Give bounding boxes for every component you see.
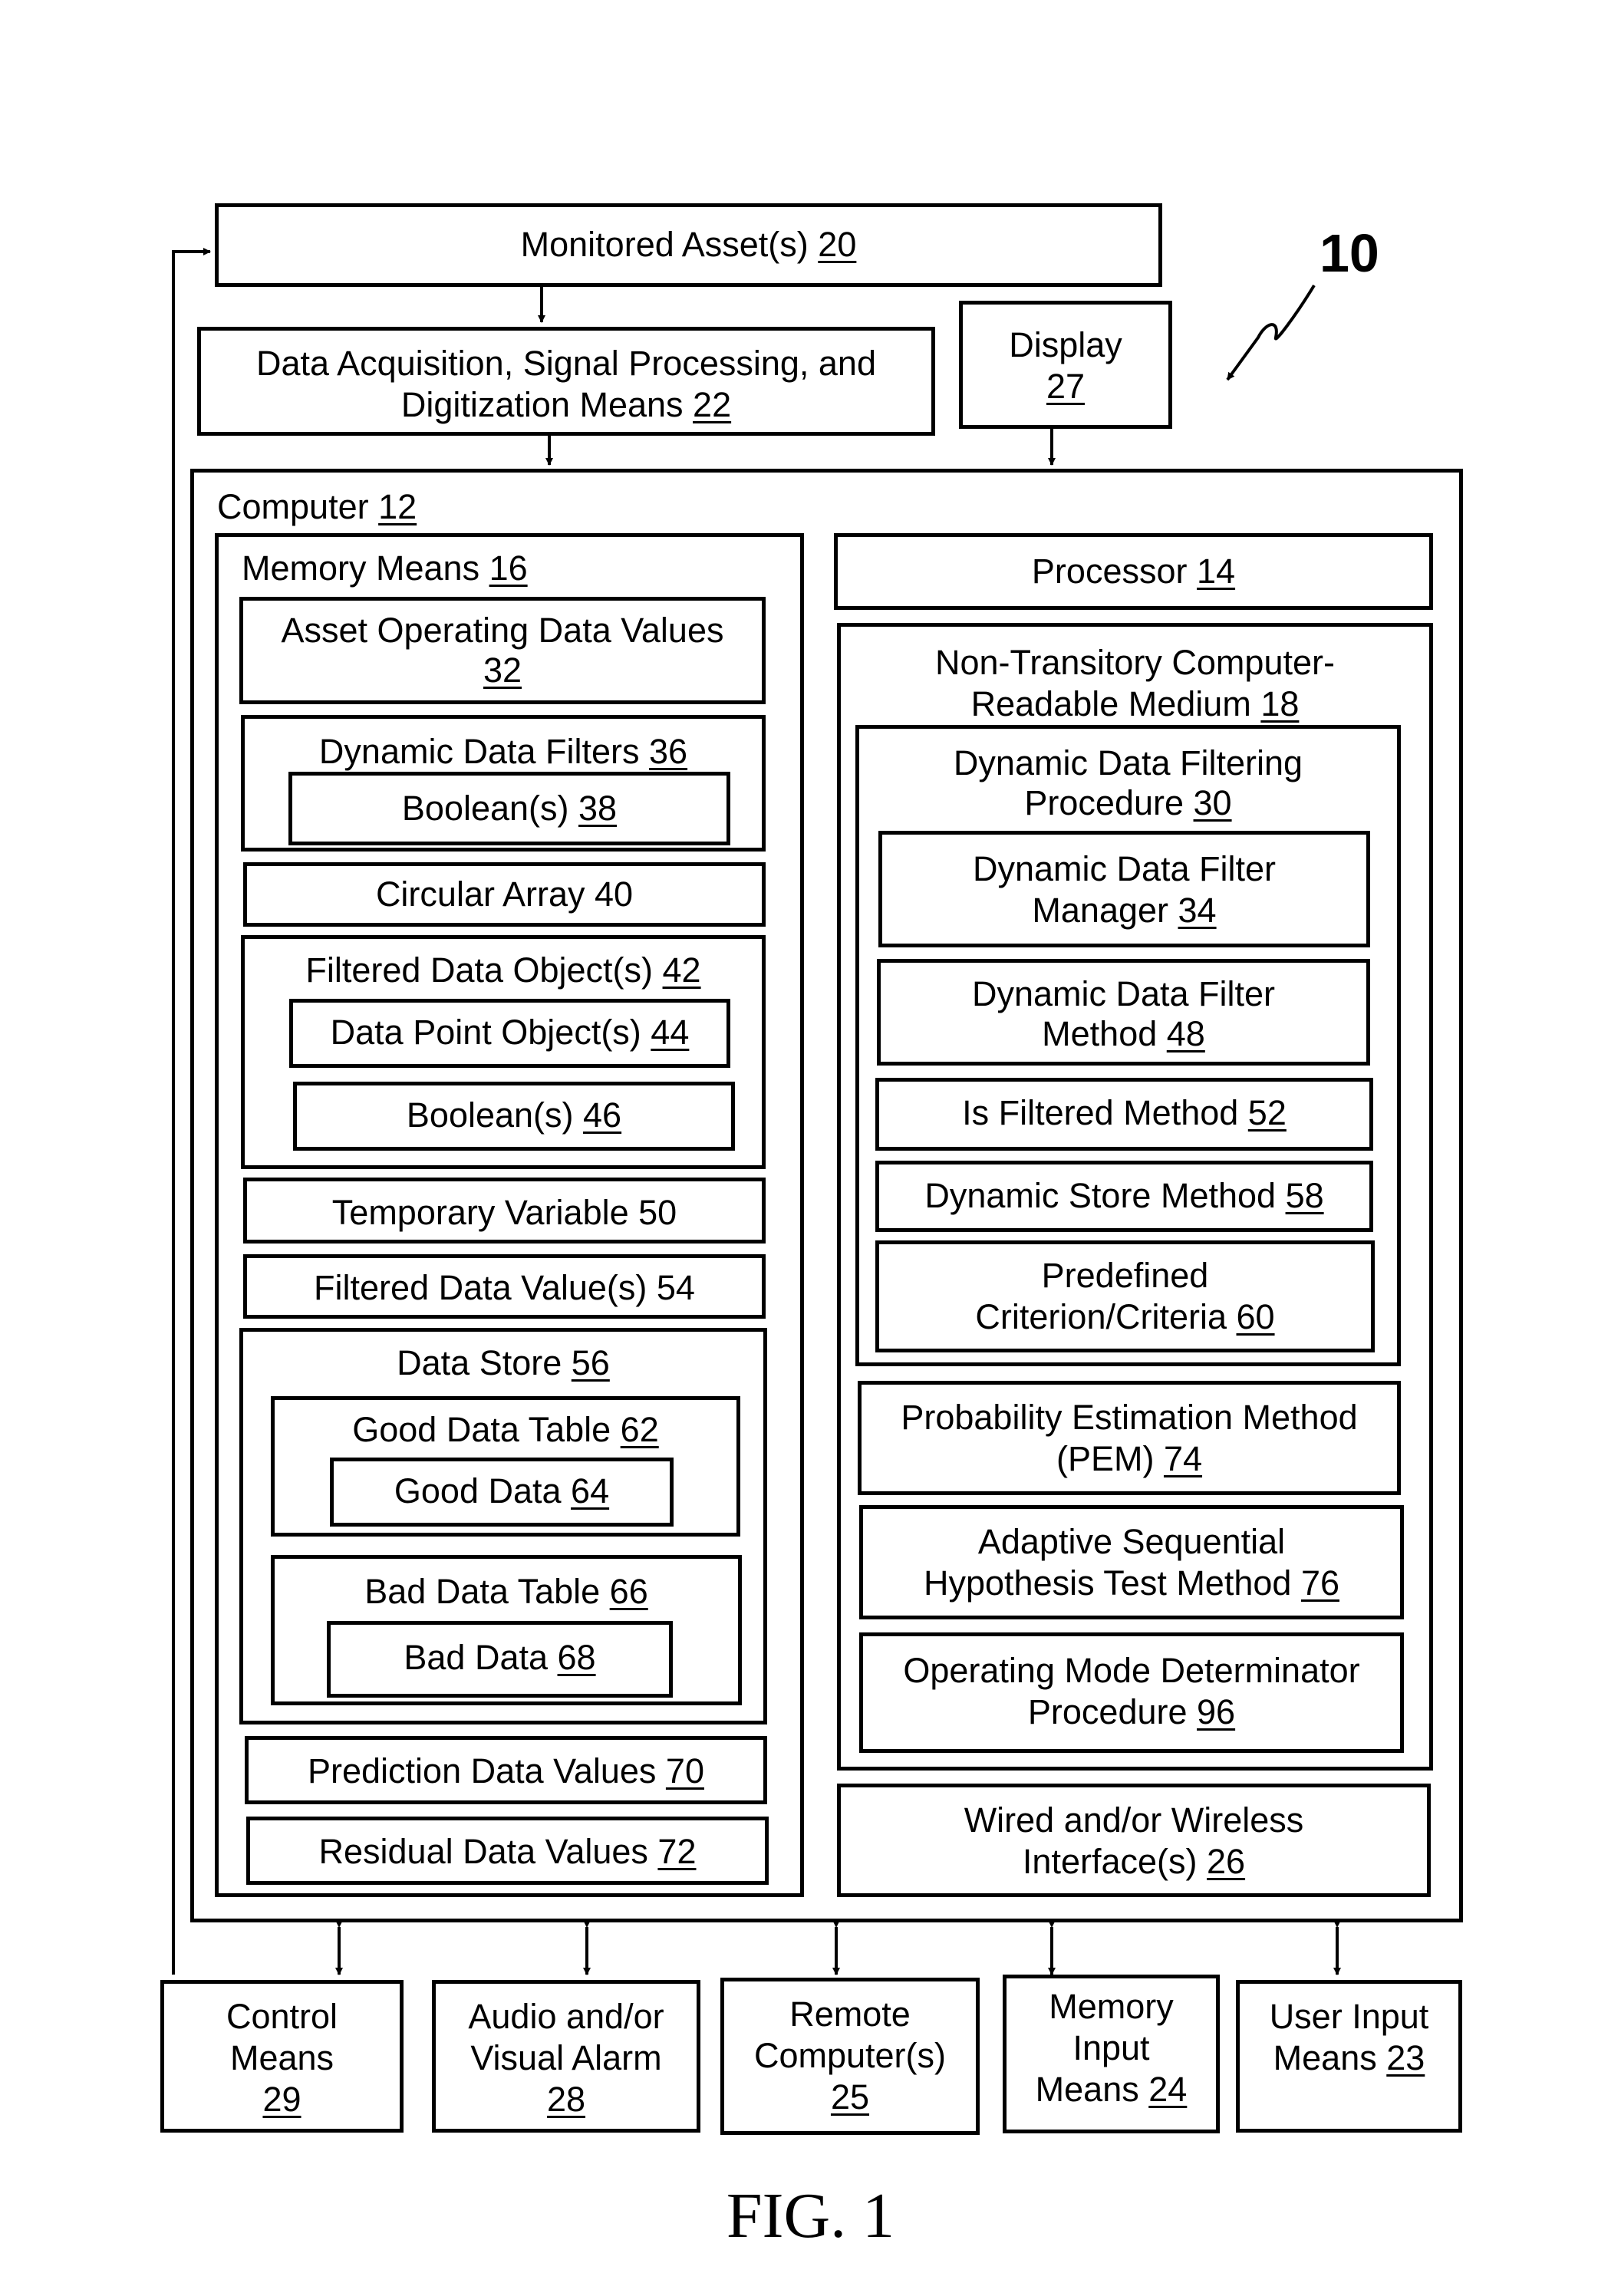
filtered-data-values-box: Filtered Data Value(s) 54	[243, 1254, 766, 1319]
ref-number: 72	[657, 1832, 697, 1871]
ref-number: 14	[1197, 552, 1236, 591]
circular-array-box: Circular Array 40	[243, 862, 766, 927]
monitored-asset-box: Monitored Asset(s) 20	[215, 203, 1162, 287]
ref-number: 28	[546, 2080, 586, 2119]
ref-number: 25	[830, 2077, 870, 2116]
temporary-variable-box: Temporary Variable 50	[243, 1178, 766, 1244]
ref-number: 46	[583, 1095, 622, 1135]
ref-number: 58	[1285, 1176, 1324, 1215]
good-data-box: Good Data 64	[330, 1458, 674, 1527]
ref-number: 52	[1247, 1093, 1287, 1132]
ref-number: 20	[818, 225, 857, 264]
ref-number: 62	[620, 1410, 659, 1449]
pem-box: Probability Estimation Method (PEM) 74	[858, 1381, 1401, 1495]
ref-number: 30	[1193, 783, 1232, 822]
system-reference-number: 10	[1320, 223, 1379, 283]
is-filtered-method-box: Is Filtered Method 52	[875, 1078, 1373, 1151]
ref-number: 70	[665, 1751, 704, 1790]
ref-number: 56	[571, 1343, 610, 1382]
ref-number: 66	[609, 1572, 648, 1611]
bad-data-box: Bad Data 68	[327, 1621, 673, 1698]
ref-number: 64	[571, 1471, 610, 1510]
ref-number: 76	[1300, 1563, 1339, 1603]
ref-number: 68	[557, 1638, 596, 1677]
booleans-38-box: Boolean(s) 38	[288, 772, 730, 845]
ref-number: 96	[1197, 1692, 1236, 1731]
ref-number: 16	[489, 548, 528, 588]
dynamic-store-method-box: Dynamic Store Method 58	[875, 1161, 1373, 1232]
data-point-objects-box: Data Point Object(s) 44	[289, 999, 730, 1068]
ref-number: 34	[1178, 891, 1217, 930]
ref-number: 32	[483, 651, 522, 690]
processor-box: Processor 14	[834, 533, 1433, 610]
ref-number: 24	[1148, 2070, 1188, 2109]
ref-number: 23	[1386, 2038, 1425, 2077]
interfaces-box: Wired and/or Wireless Interface(s) 26	[837, 1784, 1431, 1897]
figure-caption: FIG. 1	[726, 2180, 895, 2252]
data-acquisition-box: Data Acquisition, Signal Processing, and…	[197, 327, 935, 436]
ref-number: 29	[262, 2080, 301, 2119]
adaptive-sequential-test-box: Adaptive Sequential Hypothesis Test Meth…	[859, 1505, 1404, 1619]
ddf-manager-box: Dynamic Data Filter Manager 34	[878, 831, 1370, 947]
display-box: Display 27	[959, 301, 1172, 429]
ref-number: 38	[578, 789, 618, 828]
ref-number: 27	[1046, 367, 1086, 406]
operating-mode-determinator-box: Operating Mode Determinator Procedure 96	[859, 1632, 1404, 1753]
ref-number: 48	[1166, 1014, 1205, 1053]
prediction-data-values-box: Prediction Data Values 70	[245, 1736, 767, 1804]
booleans-46-box: Boolean(s) 46	[293, 1082, 735, 1151]
system-ref-leader	[1226, 284, 1316, 381]
predefined-criteria-box: Predefined Criterion/Criteria 60	[875, 1240, 1375, 1352]
remote-computers-box: Remote Computer(s) 25	[720, 1978, 980, 2135]
memory-input-means-box: Memory Input Means 24	[1003, 1975, 1220, 2133]
ddf-method-box: Dynamic Data Filter Method 48	[877, 959, 1370, 1066]
ref-number: 22	[693, 385, 732, 424]
ref-number: 26	[1207, 1842, 1246, 1881]
user-input-means-box: User Input Means 23	[1236, 1980, 1462, 2133]
ref-number: 60	[1236, 1297, 1275, 1336]
ref-number: 18	[1260, 684, 1300, 723]
ref-number: 44	[651, 1013, 690, 1052]
ref-number: 36	[649, 732, 688, 771]
audio-visual-alarm-box: Audio and/or Visual Alarm 28	[432, 1980, 700, 2133]
ref-number: 12	[378, 487, 417, 526]
ref-number: 42	[662, 950, 701, 990]
asset-operating-data-box: Asset Operating Data Values 32	[239, 597, 766, 704]
ref-number: 74	[1163, 1439, 1203, 1478]
residual-data-values-box: Residual Data Values 72	[246, 1817, 769, 1885]
control-means-box: Control Means 29	[160, 1980, 404, 2133]
